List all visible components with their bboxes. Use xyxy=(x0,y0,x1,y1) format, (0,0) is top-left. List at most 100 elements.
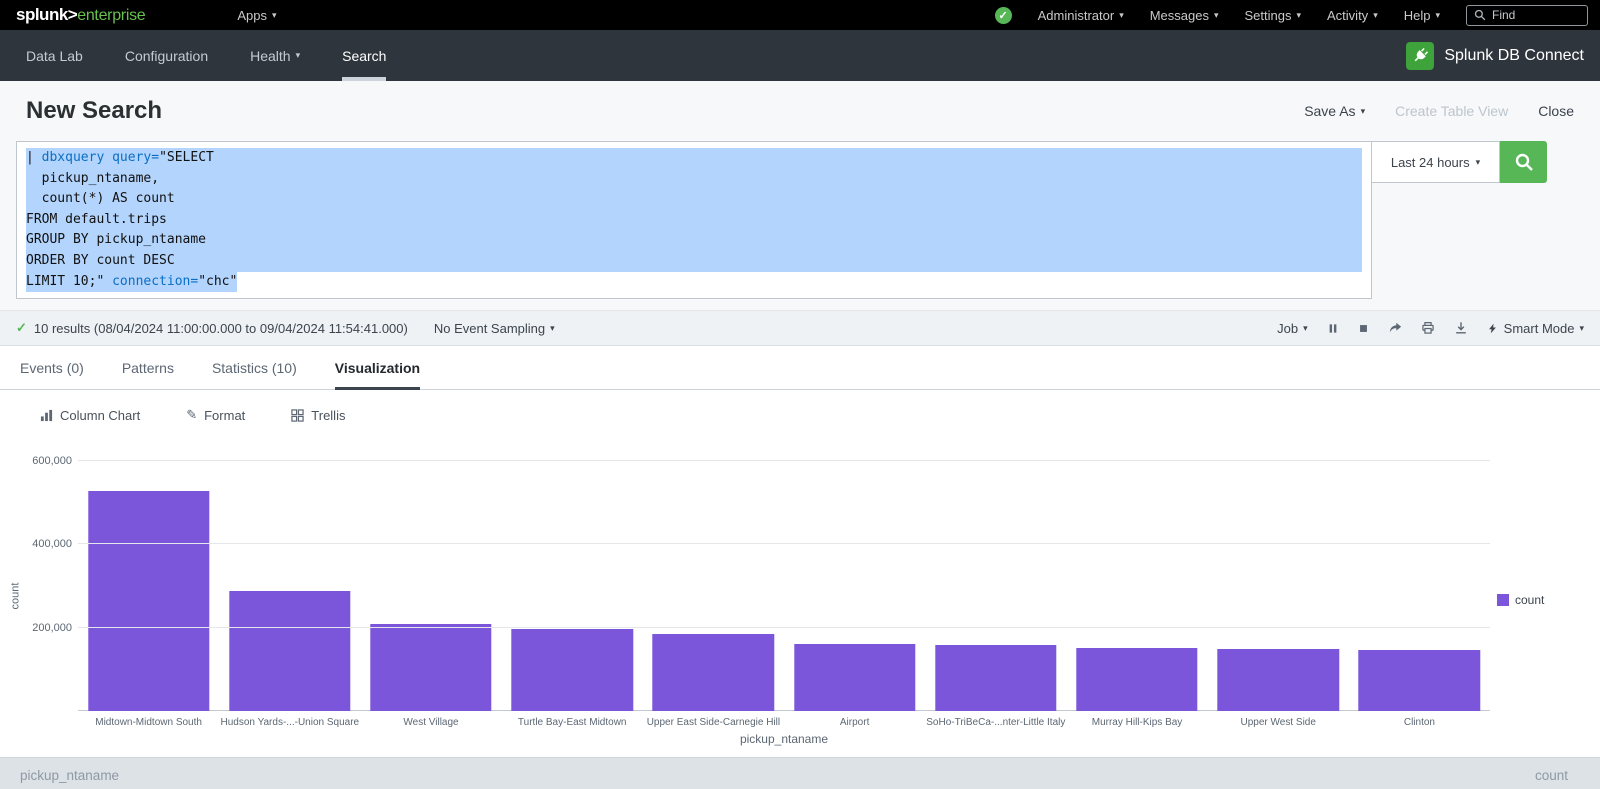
topbar-right-group: ✓ Administrator ▾ Messages ▾ Settings ▾ … xyxy=(995,5,1588,26)
query-line: count(*) AS count xyxy=(26,189,1362,210)
stats-col-pickup-ntaname[interactable]: pickup_ntaname xyxy=(20,768,119,789)
query-line: pickup_ntaname, xyxy=(26,169,1362,190)
chart-type-label: Column Chart xyxy=(60,408,140,423)
time-range-picker[interactable]: Last 24 hours ▾ xyxy=(1372,141,1500,183)
format-button[interactable]: ✎ Format xyxy=(186,407,245,423)
tab-statistics[interactable]: Statistics (10) xyxy=(212,346,297,389)
column-chart-icon xyxy=(40,409,53,422)
chart-bar[interactable] xyxy=(1359,650,1480,711)
chart-bar[interactable] xyxy=(653,634,774,711)
job-controls: Job ▾ Smart Mode ▾ xyxy=(1277,321,1584,336)
page-title: New Search xyxy=(26,97,162,125)
print-button[interactable] xyxy=(1421,321,1435,335)
splunk-db-connect-screen: splunk>enterprise Apps ▾ ✓ Administrator… xyxy=(0,0,1600,789)
create-table-view-button: Create Table View xyxy=(1395,103,1508,119)
results-summary: 10 results (08/04/2024 11:00:00.000 to 0… xyxy=(34,321,408,336)
chart-bars xyxy=(78,461,1490,711)
chart-plot xyxy=(78,461,1490,711)
results-bar: ✓ 10 results (08/04/2024 11:00:00.000 to… xyxy=(0,310,1600,346)
query-line: FROM default.trips xyxy=(26,210,1362,231)
lightning-bolt-icon xyxy=(1487,322,1498,335)
chart-bar[interactable] xyxy=(1218,649,1339,711)
x-tick-label: SoHo-TriBeCa-...nter-Little Italy xyxy=(925,717,1066,728)
health-status-icon[interactable]: ✓ xyxy=(995,7,1012,24)
appnav-data-lab-label: Data Lab xyxy=(26,48,83,64)
appnav-search[interactable]: Search xyxy=(321,30,407,81)
chart-bar[interactable] xyxy=(1076,648,1197,711)
tab-visualization[interactable]: Visualization xyxy=(335,346,420,389)
caret-down-icon: ▾ xyxy=(1214,11,1219,20)
splunk-logo[interactable]: splunk>enterprise xyxy=(16,5,145,25)
messages-menu[interactable]: Messages ▾ xyxy=(1150,8,1219,23)
bar-group xyxy=(1349,461,1490,711)
tab-patterns-label: Patterns xyxy=(122,360,174,376)
search-mode-label: Smart Mode xyxy=(1504,321,1575,336)
chart-bar[interactable] xyxy=(370,624,491,712)
event-sampling-label: No Event Sampling xyxy=(434,321,545,336)
x-tick-label: Turtle Bay-East Midtown xyxy=(502,717,643,728)
stats-col-count[interactable]: count xyxy=(1535,768,1568,789)
tab-patterns[interactable]: Patterns xyxy=(122,346,174,389)
run-search-button[interactable] xyxy=(1500,141,1547,183)
x-tick-label: Murray Hill-Kips Bay xyxy=(1066,717,1207,728)
trellis-button[interactable]: Trellis xyxy=(291,408,345,423)
settings-menu[interactable]: Settings ▾ xyxy=(1245,8,1302,23)
export-icon xyxy=(1454,321,1468,335)
find-search-box[interactable] xyxy=(1466,5,1588,26)
pause-icon xyxy=(1327,322,1339,335)
close-button[interactable]: Close xyxy=(1538,103,1574,119)
apps-menu[interactable]: Apps ▾ xyxy=(237,8,276,23)
apps-menu-label: Apps xyxy=(237,8,267,23)
appnav-configuration-label: Configuration xyxy=(125,48,208,64)
bar-group xyxy=(1208,461,1349,711)
activity-menu[interactable]: Activity ▾ xyxy=(1327,8,1378,23)
save-as-label: Save As xyxy=(1304,103,1355,119)
stop-job-button[interactable] xyxy=(1358,323,1369,334)
caret-down-icon: ▾ xyxy=(1373,11,1378,20)
help-menu[interactable]: Help ▾ xyxy=(1404,8,1440,23)
appnav-configuration[interactable]: Configuration xyxy=(104,30,229,81)
save-as-button[interactable]: Save As ▾ xyxy=(1304,103,1365,119)
share-job-button[interactable] xyxy=(1388,321,1402,335)
close-label: Close xyxy=(1538,103,1574,119)
appnav-data-lab[interactable]: Data Lab xyxy=(0,30,104,81)
y-tick-label: 600,000 xyxy=(32,455,72,467)
gridline xyxy=(78,627,1490,628)
appnav-search-label: Search xyxy=(342,48,386,64)
administrator-menu[interactable]: Administrator ▾ xyxy=(1038,8,1124,23)
caret-down-icon: ▾ xyxy=(1296,11,1301,20)
chart-bar[interactable] xyxy=(88,491,209,711)
chart-bar[interactable] xyxy=(935,645,1056,711)
x-axis-title: pickup_ntaname xyxy=(78,732,1490,746)
x-tick-label: Clinton xyxy=(1349,717,1490,728)
pause-job-button[interactable] xyxy=(1327,322,1339,335)
messages-menu-label: Messages xyxy=(1150,8,1209,23)
app-title: Splunk DB Connect xyxy=(1444,47,1584,65)
chart-type-button[interactable]: Column Chart xyxy=(40,408,140,423)
x-tick-label: Midtown-Midtown South xyxy=(78,717,219,728)
statistics-table-header: pickup_ntaname count xyxy=(0,757,1600,789)
app-identity[interactable]: Splunk DB Connect xyxy=(1406,30,1600,81)
search-icon xyxy=(1514,152,1534,172)
logo-splunk-text: splunk xyxy=(16,5,68,25)
appnav-health[interactable]: Health ▾ xyxy=(229,30,321,81)
bar-group xyxy=(925,461,1066,711)
export-button[interactable] xyxy=(1454,321,1468,335)
tab-events[interactable]: Events (0) xyxy=(20,346,84,389)
chart-legend[interactable]: count xyxy=(1497,593,1544,607)
bar-group xyxy=(1066,461,1207,711)
gridline xyxy=(78,460,1490,461)
chart-xlabels: Midtown-Midtown SouthHudson Yards-...-Un… xyxy=(78,717,1490,728)
caret-down-icon: ▾ xyxy=(1119,11,1124,20)
job-menu-label: Job xyxy=(1277,321,1298,336)
search-mode-menu[interactable]: Smart Mode ▾ xyxy=(1487,321,1584,336)
chart-bar[interactable] xyxy=(229,591,350,711)
job-menu[interactable]: Job ▾ xyxy=(1277,321,1308,336)
chart-bar[interactable] xyxy=(511,629,632,711)
chart-yaxis-ticks: 200,000400,000600,000 xyxy=(0,461,72,711)
search-query-editor[interactable]: | dbxquery query="SELECT pickup_ntaname,… xyxy=(16,141,1372,299)
caret-down-icon: ▾ xyxy=(1476,158,1481,167)
event-sampling-menu[interactable]: No Event Sampling ▾ xyxy=(434,321,555,336)
find-input[interactable] xyxy=(1492,8,1580,22)
chart-bar[interactable] xyxy=(794,644,915,711)
